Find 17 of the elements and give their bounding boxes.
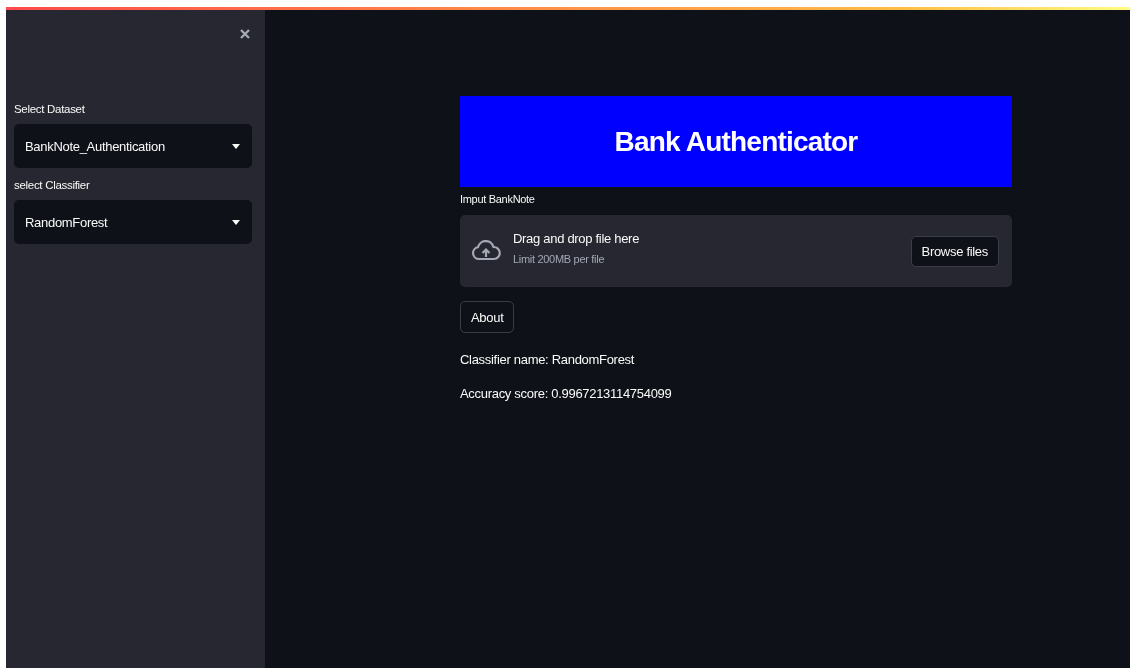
file-drop-zone[interactable]: Drag and drop file here Limit 200MB per file Browse files (460, 215, 1012, 287)
caret-icon (232, 219, 240, 225)
about-button[interactable]: About (460, 301, 515, 333)
cloud-upload-icon (471, 240, 501, 262)
caret-icon (232, 143, 240, 149)
uploader-label: Imput BankNote (460, 193, 536, 205)
close-icon[interactable] (240, 29, 250, 39)
drop-prompt: Drag and drop file here (513, 231, 641, 246)
size-limit-text: Limit 200MB per file (513, 253, 606, 265)
select-label: Select Dataset (14, 103, 86, 115)
select-label: select Classifier (14, 179, 91, 191)
select-dropdown[interactable]: RandomForest (14, 200, 252, 244)
browse-files-button[interactable]: Browse files (910, 235, 999, 267)
result-text: Classifier name: RandomForest (460, 352, 636, 367)
app-title-banner: Bank Authenticator (460, 96, 1012, 187)
select-dropdown[interactable]: BankNote_Authentication (14, 124, 252, 168)
result-text: Accuracy score: 0.9967213114754099 (460, 386, 673, 401)
